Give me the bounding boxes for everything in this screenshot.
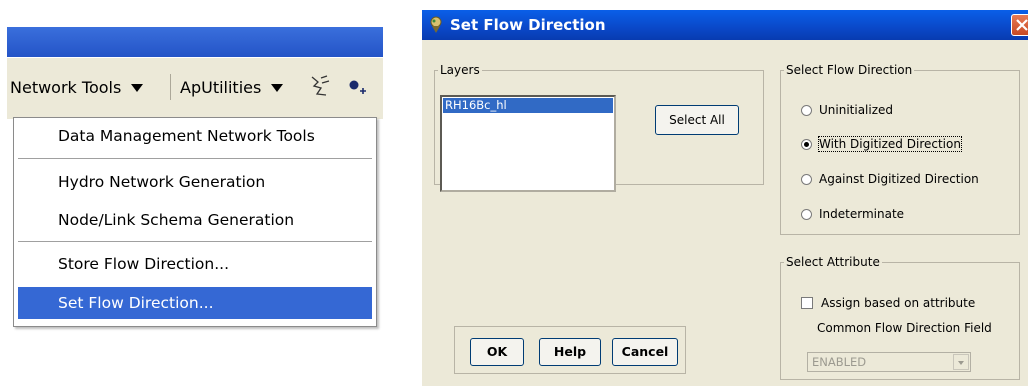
radio-button-selected[interactable] [801, 138, 812, 150]
dialog-title-bar[interactable]: Set Flow Direction [422, 10, 1028, 40]
radio-label: Indeterminate [819, 207, 905, 221]
radio-button[interactable] [801, 173, 812, 185]
aputilities-menu[interactable]: ApUtilities [180, 78, 284, 97]
layer-item[interactable]: RH16Bc_hl [443, 98, 613, 113]
common-flow-direction-field-label: Common Flow Direction Field [817, 321, 992, 335]
add-node-icon[interactable] [348, 78, 368, 100]
radio-label: Against Digitized Direction [819, 172, 979, 186]
radio-button[interactable] [801, 104, 812, 116]
toolbar-separator [170, 74, 171, 100]
cancel-button[interactable]: Cancel [612, 338, 678, 366]
radio-against-digitized-direction[interactable]: Against Digitized Direction [801, 172, 979, 186]
toolbar: Network Tools ApUtilities [7, 57, 383, 119]
layers-legend: Layers [440, 63, 480, 77]
select-attribute-group: Select Attribute Assign based on attribu… [780, 255, 1020, 380]
select-all-button[interactable]: Select All [655, 105, 739, 135]
close-icon [1016, 19, 1028, 31]
menu-item-hydro-network-generation[interactable]: Hydro Network Generation [18, 166, 372, 198]
set-flow-direction-dialog: Set Flow Direction Layers RH16Bc_hl Sele… [422, 10, 1028, 386]
menu-separator [18, 158, 372, 159]
menu-item-node-link-schema-generation[interactable]: Node/Link Schema Generation [18, 204, 372, 236]
radio-with-digitized-direction[interactable]: With Digitized Direction [801, 136, 962, 152]
close-button[interactable] [1011, 14, 1028, 36]
radio-button[interactable] [801, 208, 812, 220]
ok-button[interactable]: OK [470, 338, 524, 366]
checkbox-label: Assign based on attribute [821, 296, 976, 310]
network-tools-menu[interactable]: Network Tools [10, 78, 144, 97]
select-attribute-legend: Select Attribute [786, 255, 880, 269]
radio-uninitialized[interactable]: Uninitialized [801, 103, 893, 117]
assign-based-on-attribute-checkbox[interactable] [801, 297, 813, 309]
aputilities-label: ApUtilities [180, 78, 262, 97]
flow-direction-group: Select Flow Direction Uninitialized With… [780, 63, 1020, 235]
menu-item-store-flow-direction[interactable]: Store Flow Direction... [18, 248, 372, 280]
network-tool-icon[interactable] [309, 74, 331, 102]
network-tools-label: Network Tools [10, 78, 122, 97]
chevron-down-icon [953, 354, 969, 370]
radio-indeterminate[interactable]: Indeterminate [801, 207, 904, 221]
dropdown-arrow-icon [271, 83, 284, 92]
menu-item-data-management-network-tools[interactable]: Data Management Network Tools [18, 120, 372, 152]
menu-item-set-flow-direction[interactable]: Set Flow Direction... [18, 287, 372, 319]
dialog-title: Set Flow Direction [450, 16, 606, 34]
radio-label: With Digitized Direction [818, 136, 962, 152]
network-tools-dropdown: Data Management Network Tools Hydro Netw… [13, 117, 377, 327]
help-button[interactable]: Help [539, 338, 601, 366]
app-icon [428, 16, 444, 38]
menu-separator [18, 241, 372, 242]
layers-listbox[interactable]: RH16Bc_hl [440, 95, 616, 192]
flow-direction-field-select: ENABLED [807, 352, 971, 372]
toolbar-title-strip [7, 27, 383, 57]
dropdown-arrow-icon [131, 83, 144, 92]
field-value: ENABLED [812, 355, 867, 369]
layers-group: Layers RH16Bc_hl Select All [434, 63, 764, 192]
assign-based-on-attribute-row[interactable]: Assign based on attribute [801, 296, 975, 310]
flow-direction-legend: Select Flow Direction [786, 63, 913, 77]
radio-label: Uninitialized [819, 103, 894, 117]
